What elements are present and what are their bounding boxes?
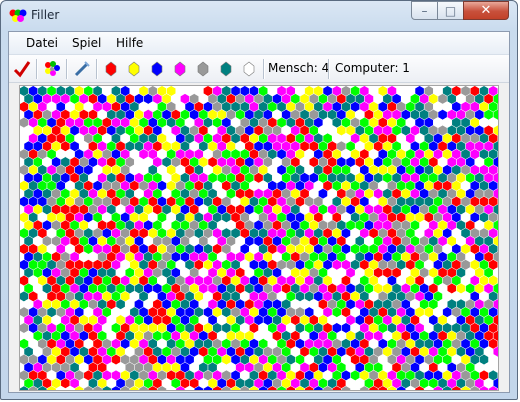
toolbar-separator xyxy=(36,59,38,79)
filler-app-icon xyxy=(9,9,27,22)
human-score: Mensch: 4 xyxy=(268,61,330,75)
toolbar-separator xyxy=(328,59,330,79)
minimize-button[interactable]: – xyxy=(411,1,438,20)
menu-spiel[interactable]: Spiel xyxy=(72,36,101,50)
color-button-white[interactable] xyxy=(239,59,259,79)
color-button-blue[interactable] xyxy=(147,59,167,79)
maximize-icon: □ xyxy=(444,4,457,18)
color-button-teal[interactable] xyxy=(216,59,236,79)
color-button-magenta[interactable] xyxy=(170,59,190,79)
hex-grid[interactable] xyxy=(20,86,498,390)
toolbar-separator xyxy=(263,59,265,79)
toolbar-separator xyxy=(66,59,68,79)
toolbar: Mensch: 4 Computer: 1 xyxy=(9,55,509,83)
close-icon: ✕ xyxy=(480,3,492,18)
palette-icon[interactable] xyxy=(42,59,62,79)
color-button-red[interactable] xyxy=(101,59,121,79)
menu-bar: Datei Spiel Hilfe xyxy=(9,32,509,55)
window-title: Filler xyxy=(31,8,60,22)
maximize-button[interactable]: □ xyxy=(437,1,464,20)
client-area: Datei Spiel Hilfe Mensch: 4 Computer: 1 xyxy=(8,31,510,393)
computer-score: Computer: 1 xyxy=(335,61,410,75)
color-button-gray[interactable] xyxy=(193,59,213,79)
wand-icon[interactable] xyxy=(72,59,92,79)
menu-hilfe[interactable]: Hilfe xyxy=(116,36,143,50)
toolbar-separator xyxy=(96,59,98,79)
minimize-icon: – xyxy=(421,4,428,18)
app-window: Filler – □ ✕ Datei Spiel Hilfe Mensch: 4… xyxy=(0,0,518,400)
menu-datei[interactable]: Datei xyxy=(26,36,58,50)
close-button[interactable]: ✕ xyxy=(463,1,509,20)
game-board[interactable] xyxy=(19,85,499,391)
check-icon[interactable] xyxy=(12,59,32,79)
color-button-yellow[interactable] xyxy=(124,59,144,79)
title-bar[interactable]: Filler – □ ✕ xyxy=(1,1,517,31)
